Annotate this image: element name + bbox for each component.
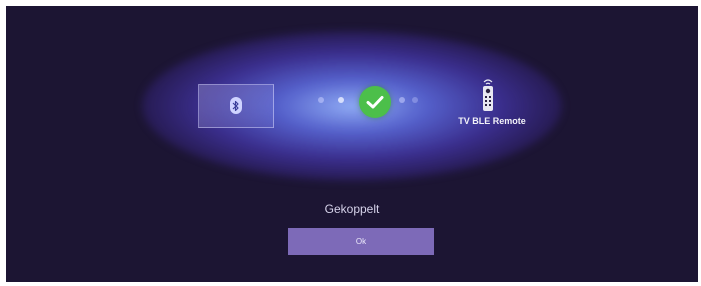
- connection-progress-dots: [6, 97, 698, 107]
- pairing-screen: TV BLE Remote Gekoppelt Ok: [6, 6, 698, 282]
- ok-button[interactable]: Ok: [288, 228, 434, 255]
- remote-control-icon: [480, 78, 496, 112]
- device-name-label: TV BLE Remote: [458, 116, 526, 126]
- progress-dot: [412, 97, 418, 103]
- progress-dot: [338, 97, 344, 103]
- progress-dot: [399, 97, 405, 103]
- checkmark-icon: [359, 86, 391, 118]
- pairing-status-text: Gekoppelt: [324, 202, 380, 216]
- progress-dot: [318, 97, 324, 103]
